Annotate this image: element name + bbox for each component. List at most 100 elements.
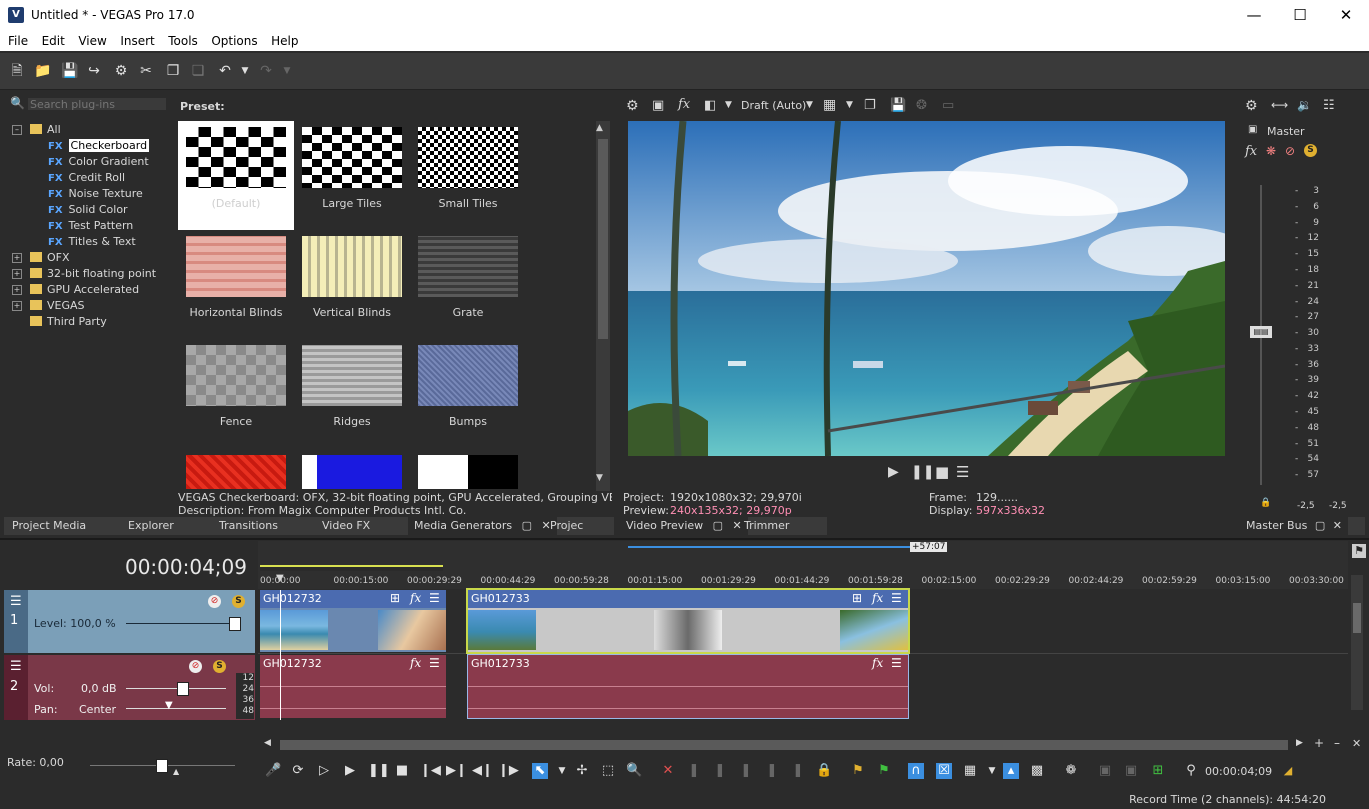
menu-edit[interactable]: Edit xyxy=(42,31,65,48)
audio-clip-2[interactable]: GH012733 fx ☰ xyxy=(467,654,909,719)
master-downmix-icon[interactable]: ⟷ xyxy=(1271,98,1288,112)
master-settings-red-icon[interactable]: ❋ xyxy=(1266,144,1276,158)
preview-menu-icon[interactable]: ☰ xyxy=(956,463,969,481)
video-level-slider-thumb[interactable] xyxy=(229,617,242,631)
preset-small-tiles[interactable]: Small Tiles xyxy=(410,121,526,230)
scroll-right-icon[interactable]: ▶ xyxy=(1296,738,1303,748)
open-folder-icon[interactable]: 📁 xyxy=(34,63,51,79)
tab-explorer[interactable]: Explorer xyxy=(122,517,180,535)
tree-folder-ofx[interactable]: OFX xyxy=(30,250,70,265)
preset-fence[interactable]: Fence xyxy=(178,339,294,448)
properties-gear-icon[interactable]: ⚙ xyxy=(113,63,129,79)
undo-dropdown-icon[interactable]: ▼ xyxy=(237,63,253,79)
split-icon[interactable]: ❚ xyxy=(764,763,780,779)
tree-folder-third-party[interactable]: Third Party xyxy=(30,314,107,329)
video-track-solo-icon[interactable]: S xyxy=(232,595,245,608)
preset-grate[interactable]: Grate xyxy=(410,230,526,339)
edit-tool-dropdown-icon[interactable]: ▼ xyxy=(554,763,570,779)
preset-black-white-thumbnail[interactable] xyxy=(418,455,518,489)
tab-video-fx[interactable]: Video FX xyxy=(316,517,376,535)
tree-item-test-pattern[interactable]: FX Test Pattern xyxy=(48,218,133,233)
video-clip-1[interactable]: GH012732 ⊞ fx ☰ xyxy=(260,590,446,652)
marker-icon[interactable]: ⚑ xyxy=(850,763,866,779)
menu-view[interactable]: View xyxy=(78,31,106,48)
clip-menu-icon[interactable]: ☰ xyxy=(429,591,440,605)
display-icon[interactable]: ▭ xyxy=(942,98,954,113)
master-fader-handle[interactable]: ▤▤ xyxy=(1250,326,1272,338)
tree-item-noise-texture[interactable]: FX Noise Texture xyxy=(48,186,143,201)
audio-pan-slider-track[interactable] xyxy=(126,708,226,709)
selection-tool-icon[interactable]: ⬚ xyxy=(600,763,616,779)
preset-default[interactable]: (Default) xyxy=(178,121,294,230)
scroll-left-icon[interactable]: ◀ xyxy=(264,738,271,748)
copy-snapshot-icon[interactable]: ❐ xyxy=(864,98,876,113)
tree-folder-vegas[interactable]: VEGAS xyxy=(30,298,85,313)
audio-track-mute-icon[interactable]: ⊘ xyxy=(189,660,202,673)
tree-folder-gpu[interactable]: GPU Accelerated xyxy=(30,282,139,297)
close-tab-icon[interactable]: ✕ xyxy=(1333,519,1342,532)
tree-item-color-gradient[interactable]: FX Color Gradient xyxy=(48,154,149,169)
split-dropdown-icon[interactable]: ▼ xyxy=(725,100,732,110)
go-to-start-icon[interactable]: ❙◀ xyxy=(420,763,441,779)
master-fx-icon[interactable]: fx xyxy=(1245,144,1257,159)
zoom-fit-icon[interactable]: ✕ xyxy=(1352,737,1361,750)
loop-region[interactable] xyxy=(260,565,443,571)
tree-item-credit-roll[interactable]: FX Credit Roll xyxy=(48,170,125,185)
tab-video-preview[interactable]: Video Preview ▢ ✕ xyxy=(620,517,748,535)
vegas-app-icon[interactable]: V xyxy=(8,7,24,23)
split-alt-icon[interactable]: ❚ xyxy=(790,763,806,779)
menu-file[interactable]: File xyxy=(8,31,28,48)
snapping-magnet-icon[interactable]: ∩ xyxy=(908,763,924,779)
pan-crop-icon[interactable]: ⊞ xyxy=(390,591,400,605)
zoom-tool-icon[interactable]: 🔍 xyxy=(626,763,642,779)
save-icon[interactable]: 💾 xyxy=(61,63,78,79)
preset-scroll-thumb[interactable] xyxy=(598,139,608,339)
quality-dropdown-arrow-icon[interactable]: ▼ xyxy=(806,100,813,110)
menu-insert[interactable]: Insert xyxy=(120,31,154,48)
preview-quality-dropdown[interactable]: Draft (Auto) xyxy=(741,99,806,112)
zoom-out-icon[interactable]: – xyxy=(1334,736,1340,750)
ignore-grouping-icon[interactable]: ▩ xyxy=(1029,763,1045,779)
splitter[interactable] xyxy=(0,538,1369,540)
master-solo-icon[interactable]: S xyxy=(1304,144,1317,157)
envelope-tool-icon[interactable]: ✢ xyxy=(574,763,590,779)
next-frame-icon[interactable]: ❙▶ xyxy=(498,763,519,779)
copy-icon[interactable]: ❐ xyxy=(165,63,181,79)
audio-clip-1[interactable]: GH012732 fx ☰ xyxy=(260,655,446,718)
overlays-dropdown-icon[interactable]: ▼ xyxy=(846,100,853,110)
save-snapshot-icon[interactable]: 💾 xyxy=(890,98,906,113)
region-icon[interactable]: ⚑ xyxy=(876,763,892,779)
ripple-dropdown-icon[interactable]: ▼ xyxy=(984,763,1000,779)
go-to-end-icon[interactable]: ▶❙ xyxy=(446,763,467,779)
lock-icon[interactable]: 🔒 xyxy=(816,763,832,779)
redo-dropdown-icon[interactable]: ▼ xyxy=(279,63,295,79)
split-screen-icon[interactable]: ◧ xyxy=(704,98,716,113)
redo-icon[interactable]: ↷ xyxy=(258,63,274,79)
preview-settings-gear-icon[interactable]: ⚙ xyxy=(626,98,639,114)
preview-play-icon[interactable]: ▶ xyxy=(888,464,899,480)
event-pan-icon[interactable]: ▣ xyxy=(1123,763,1139,779)
tree-item-titles-text[interactable]: FX Titles & Text xyxy=(48,234,136,249)
audio-track-header[interactable]: ☰ 2 ⊘ S Vol: 0,0 dB Pan: Center ▼ 12 24 … xyxy=(4,655,255,720)
menu-tools[interactable]: Tools xyxy=(168,31,198,48)
video-track-header[interactable]: ☰ 1 ⊘ S Level: 100,0 % xyxy=(4,590,255,653)
pause-icon[interactable]: ❚❚ xyxy=(368,763,390,779)
clip-fx-icon[interactable]: fx xyxy=(410,591,421,605)
timeline-lanes[interactable]: GH012732 ⊞ fx ☰ GH012733 ⊞ fx ☰ GH012732… xyxy=(258,575,1363,720)
vscroll-thumb[interactable] xyxy=(1353,603,1361,633)
master-dim-icon[interactable]: 🔉 xyxy=(1297,98,1312,112)
video-level-slider-track[interactable] xyxy=(126,623,241,624)
minimize-button[interactable]: — xyxy=(1231,0,1277,31)
rate-slider-thumb[interactable] xyxy=(156,759,168,773)
video-track-mute-icon[interactable]: ⊘ xyxy=(208,595,221,608)
lock-envelopes-icon[interactable]: ▴ xyxy=(1003,763,1019,779)
scroll-up-arrow-icon[interactable]: ▲ xyxy=(596,123,603,133)
preview-stop-icon[interactable]: ■ xyxy=(935,463,949,481)
preset-red-pattern-thumbnail[interactable] xyxy=(186,455,286,489)
tab-project-notes[interactable]: Projec xyxy=(544,517,589,535)
track-menu-icon[interactable]: ☰ xyxy=(10,594,22,609)
overlays-grid-icon[interactable]: ▦ xyxy=(823,97,836,113)
master-mute-icon[interactable]: ⊘ xyxy=(1285,144,1295,158)
cursor-position-time[interactable]: 00:00:04;09 xyxy=(1205,765,1272,778)
tree-collapse-all[interactable]: – xyxy=(12,125,22,135)
